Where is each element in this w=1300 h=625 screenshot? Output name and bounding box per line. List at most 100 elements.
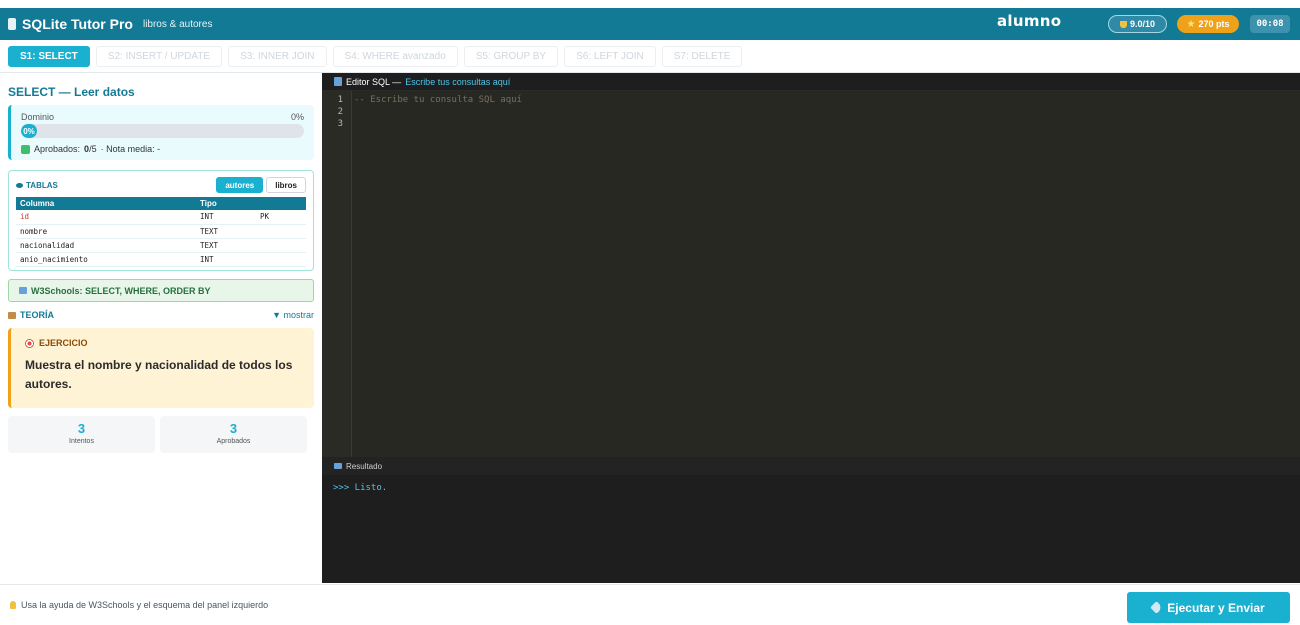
tab-s1-select[interactable]: S1: SELECT (8, 45, 90, 67)
trophy-icon (1119, 20, 1127, 28)
w3schools-link[interactable]: W3Schools: SELECT, WHERE, ORDER BY (8, 279, 314, 302)
score-badge: 9.0/10 (1108, 15, 1167, 33)
column-key: PK (256, 210, 306, 225)
exercise-card: EJERCICIO Muestra el nombre y nacionalid… (8, 328, 314, 408)
code-area[interactable]: -- Escribe tu consulta SQL aquí (351, 91, 1300, 457)
average-grade: · Nota media: - (100, 144, 161, 154)
table-row: nombre TEXT (16, 224, 306, 239)
exercise-heading: EJERCICIO (39, 338, 88, 348)
tab-s7-delete[interactable]: S7: DELETE (661, 45, 743, 67)
code-line: -- Escribe tu consulta SQL aquí (354, 95, 522, 105)
lesson-title: SELECT — Leer datos (8, 85, 135, 99)
schema-title: TABLAS (26, 180, 58, 190)
theory-title: TEORÍA (20, 310, 55, 320)
app-title: SQLite Tutor Pro (22, 16, 133, 32)
footer-bar: Usa la ayuda de W3Schools y el esquema d… (0, 584, 1300, 625)
lightbulb-icon (10, 601, 16, 609)
column-key (256, 252, 306, 267)
star-icon: ★ (1186, 18, 1196, 30)
column-name: nombre (16, 224, 196, 239)
progress-bar: 0% (21, 124, 304, 138)
book-icon (19, 287, 27, 294)
stat-value: 3 (229, 421, 238, 436)
stat-approved: 3 Aprobados (160, 416, 307, 453)
column-key (256, 238, 306, 253)
table-row: id INT PK (16, 210, 306, 225)
points-badge: ★ 270 pts (1177, 15, 1239, 33)
app-subtitle: libros & autores (142, 18, 213, 30)
column-type: INT (196, 252, 256, 267)
books-icon (8, 311, 16, 319)
session-tabs: S1: SELECT S2: INSERT / UPDATE S3: INNER… (0, 40, 1300, 73)
column-header-type: Tipo (196, 197, 256, 210)
column-type: TEXT (196, 224, 256, 239)
console-output: >>> Listo. (333, 483, 388, 493)
timer-badge: 00:08 (1250, 15, 1290, 33)
column-name: anio_nacimiento (16, 252, 196, 267)
notebook-icon (334, 77, 342, 86)
progress-card: Dominio 0% 0% Aprobados: 0/5 · Nota medi… (8, 105, 314, 160)
editor-title: Editor SQL — (346, 76, 402, 87)
line-number: 3 (337, 119, 343, 129)
tab-s4-where[interactable]: S4: WHERE avanzado (332, 45, 458, 67)
column-name: id (16, 210, 196, 225)
footer-tip-text: Usa la ayuda de W3Schools y el esquema d… (21, 600, 269, 610)
result-console: >>> Listo. (322, 475, 1300, 583)
score-value: 9.0/10 (1129, 19, 1156, 29)
table-tab-libros[interactable]: libros (266, 177, 306, 193)
column-key (256, 224, 306, 239)
schema-card: TABLAS autores libros Columna Tipo id IN… (8, 170, 314, 271)
w3schools-label: W3Schools: SELECT, WHERE, ORDER BY (31, 285, 211, 296)
tab-s6-left-join[interactable]: S6: LEFT JOIN (564, 45, 656, 67)
stats-row: 3 Intentos 3 Aprobados (8, 416, 314, 453)
user-name: alumno (997, 12, 1062, 30)
column-header-name: Columna (16, 197, 196, 210)
stat-label: Intentos (69, 438, 94, 445)
sql-editor[interactable]: 1 2 3 -- Escribe tu consulta SQL aquí (322, 91, 1300, 457)
column-name: nacionalidad (16, 238, 196, 253)
app-header: SQLite Tutor Pro libros & autores alumno… (0, 8, 1300, 40)
tab-s5-group-by[interactable]: S5: GROUP BY (463, 45, 559, 67)
stat-attempts: 3 Intentos (8, 416, 155, 453)
right-panel: Editor SQL — Escribe tus consultas aquí … (322, 73, 1300, 583)
exercise-text: Muestra el nombre y nacionalidad de todo… (25, 358, 293, 391)
line-number: 2 (337, 107, 343, 117)
database-icon (8, 18, 16, 30)
line-numbers: 1 2 3 (322, 91, 351, 457)
timer-value: 00:08 (1256, 19, 1284, 29)
progress-bar-fill: 0% (21, 124, 37, 138)
main-area: SELECT — Leer datos Dominio 0% 0% Aproba… (0, 73, 1300, 583)
left-panel: SELECT — Leer datos Dominio 0% 0% Aproba… (0, 73, 322, 583)
points-value: 270 pts (1198, 19, 1230, 29)
columns-table: Columna Tipo id INT PK nombre TEXT nacio… (16, 197, 306, 267)
approved-total: /5 (89, 144, 97, 154)
stat-label: Aprobados (216, 438, 251, 445)
line-number: 1 (337, 95, 343, 105)
checkbox-checked-icon (21, 144, 30, 154)
table-row: nacionalidad TEXT (16, 238, 306, 253)
schema-title-group: TABLAS (16, 181, 58, 190)
database-icon (16, 182, 23, 188)
tab-s3-inner-join[interactable]: S3: INNER JOIN (228, 45, 327, 67)
run-submit-button[interactable]: Ejecutar y Enviar (1127, 592, 1290, 623)
footer-tip: Usa la ayuda de W3Schools y el esquema d… (10, 600, 268, 610)
stat-value: 3 (77, 421, 86, 436)
editor-header: Editor SQL — Escribe tus consultas aquí (322, 73, 1300, 91)
approved-label: Aprobados: (34, 144, 81, 154)
column-header-key (256, 197, 306, 210)
target-icon (25, 338, 34, 348)
tab-s2-insert-update[interactable]: S2: INSERT / UPDATE (95, 45, 223, 67)
app-title-group: SQLite Tutor Pro libros & autores (8, 16, 212, 32)
result-title: Resultado (346, 461, 383, 471)
table-row: anio_nacimiento INT (16, 252, 306, 267)
result-header: Resultado (322, 457, 1300, 475)
progress-label: Dominio (21, 112, 55, 122)
theory-title-group: TEORÍA (8, 310, 54, 320)
rocket-icon (1150, 601, 1164, 614)
theory-header: TEORÍA ▼ mostrar (8, 310, 314, 320)
window-top-strip (0, 0, 1300, 8)
progress-percent: 0% (290, 112, 304, 122)
theory-toggle[interactable]: ▼ mostrar (272, 310, 314, 320)
table-tab-autores[interactable]: autores (216, 177, 264, 193)
column-type: INT (196, 210, 256, 225)
